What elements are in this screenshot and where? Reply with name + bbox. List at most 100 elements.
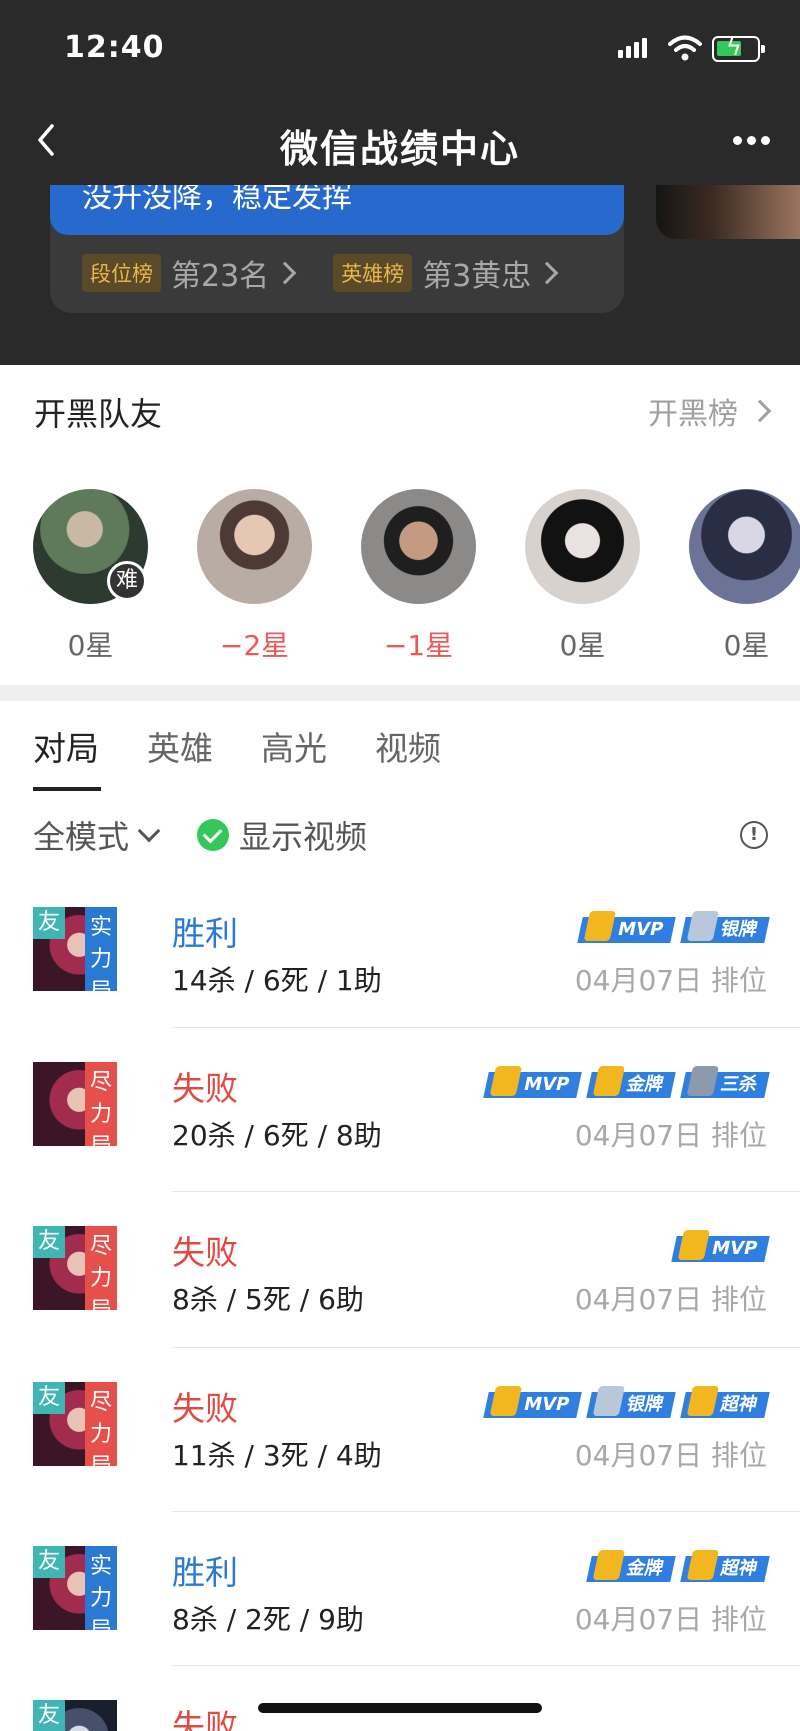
mode-char: 尽 <box>89 1070 112 1095</box>
rank-row: 段位榜 第23名 英雄榜 第3黄忠 <box>82 251 595 295</box>
teammate-item[interactable]: 0星 <box>525 489 640 664</box>
nav-bar: 微信战绩中心 <box>0 100 800 185</box>
hero-avatar[interactable]: 尽力局 <box>33 1062 117 1146</box>
badge-label: 三杀 <box>718 1074 760 1095</box>
signal-icon <box>618 38 647 58</box>
mode-char: 实 <box>89 915 112 940</box>
match-result: 胜利 <box>172 914 238 953</box>
mode-char: 力 <box>89 1422 112 1447</box>
sword-icon <box>686 1386 720 1416</box>
mode-char: 局 <box>90 1292 112 1310</box>
mode-char: 局 <box>90 1612 112 1630</box>
hero-rank-tag: 英雄榜 <box>333 254 413 292</box>
teammate-list: 难 0星 −2星 −1星 0星 0星 <box>33 489 800 664</box>
achievement-badge: MVP <box>577 911 676 943</box>
hero-avatar[interactable]: 友实力局 <box>33 1546 117 1630</box>
achievement-badge: MVP <box>483 1386 582 1418</box>
hero-avatar[interactable]: 友 <box>33 1700 117 1731</box>
teammate-tag: 友 <box>33 1226 65 1258</box>
avatar[interactable] <box>361 489 476 604</box>
teammate-item[interactable]: 0星 <box>689 489 800 664</box>
badge-label: 银牌 <box>624 1394 666 1415</box>
chevron-right-icon <box>535 261 559 285</box>
tab-heroes[interactable]: 英雄 <box>147 722 213 770</box>
badge-list: MVP 金牌 三杀 <box>483 1066 770 1098</box>
section-divider <box>0 685 800 701</box>
mode-char: 局 <box>90 973 112 991</box>
achievement-badge: 超神 <box>680 1550 770 1582</box>
achievement-badge: 超神 <box>680 1386 770 1418</box>
hero-avatar[interactable]: 友实力局 <box>33 907 117 991</box>
rank-value[interactable]: 第23名 <box>171 251 269 295</box>
battery-icon: ϟ <box>712 34 765 62</box>
achievement-badge: 三杀 <box>680 1066 770 1098</box>
match-mode-tag: 实力局 <box>85 907 117 991</box>
hero-avatar[interactable]: 友尽力局 <box>33 1382 117 1466</box>
match-kda: 20杀 / 6死 / 8助 <box>172 1119 382 1152</box>
match-kda: 8杀 / 2死 / 9助 <box>172 1603 364 1636</box>
page-title: 微信战绩中心 <box>279 127 520 171</box>
trophy-icon <box>489 1386 522 1416</box>
achievement-badge: MVP <box>483 1066 582 1098</box>
teammates-title: 开黑队友 <box>34 395 163 433</box>
achievement-badge: MVP <box>671 1230 770 1262</box>
row-divider <box>172 1511 800 1512</box>
row-divider <box>172 1191 800 1192</box>
match-result: 失败 <box>172 1069 238 1108</box>
team-rank-link-label: 开黑榜 <box>648 397 738 432</box>
tab-matches[interactable]: 对局 <box>33 722 99 770</box>
mode-char: 局 <box>90 1448 112 1466</box>
badge-label: 超神 <box>718 1558 760 1579</box>
match-date-type: 04月07日 排位 <box>574 964 767 997</box>
teammate-item[interactable]: 难 0星 <box>33 489 148 664</box>
mode-dropdown[interactable]: 全模式 <box>33 812 129 858</box>
teammate-tag: 友 <box>33 1700 65 1731</box>
trophy-icon <box>583 911 616 941</box>
more-button[interactable] <box>733 136 770 145</box>
tab-highlights[interactable]: 高光 <box>261 722 327 770</box>
medal-icon <box>686 911 720 941</box>
teammate-stars: −1星 <box>383 629 454 662</box>
teammate-tag: 友 <box>33 1382 65 1414</box>
trophy-icon <box>489 1066 522 1096</box>
tab-videos[interactable]: 视频 <box>375 722 441 770</box>
achievement-badge: 银牌 <box>586 1386 676 1418</box>
match-kda: 11杀 / 3死 / 4助 <box>172 1439 382 1472</box>
show-video-checkbox[interactable] <box>197 819 230 851</box>
medal-icon <box>686 1066 720 1096</box>
match-result: 失败 <box>172 1233 238 1272</box>
medal-icon <box>592 1550 626 1580</box>
badge-list: MVP 银牌 <box>577 911 770 943</box>
wifi-icon <box>668 35 702 61</box>
achievement-badge: 金牌 <box>586 1066 676 1098</box>
achievement-badge: 银牌 <box>680 911 770 943</box>
match-result: 胜利 <box>172 1553 238 1592</box>
rank-card: 没升没降，稳定发挥 段位榜 第23名 英雄榜 第3黄忠 <box>50 185 624 313</box>
show-video-label[interactable]: 显示视频 <box>239 812 367 858</box>
match-date-type: 04月07日 排位 <box>574 1603 767 1636</box>
match-mode-tag: 实力局 <box>85 1546 117 1630</box>
avatar[interactable] <box>197 489 312 604</box>
hero-rank-value[interactable]: 第3黄忠 <box>422 251 531 295</box>
match-date-type: 04月07日 排位 <box>574 1283 767 1316</box>
match-mode-tag: 尽力局 <box>85 1226 117 1310</box>
mode-char: 力 <box>89 947 112 972</box>
badge-label: MVP <box>709 1238 760 1259</box>
teammate-item[interactable]: −2星 <box>197 489 312 664</box>
teammate-item[interactable]: −1星 <box>361 489 476 664</box>
match-result: 失败 <box>172 1389 238 1428</box>
side-card-image[interactable] <box>656 185 800 239</box>
info-icon[interactable]: ! <box>740 821 768 849</box>
teammates-section: 开黑队友 开黑榜 难 0星 −2星 −1星 0星 0星 <box>0 365 800 685</box>
match-kda: 14杀 / 6死 / 1助 <box>172 964 382 997</box>
mode-char: 局 <box>90 1128 112 1146</box>
hero-avatar[interactable]: 友尽力局 <box>33 1226 117 1310</box>
team-rank-link[interactable]: 开黑榜 <box>648 389 772 433</box>
avatar[interactable] <box>525 489 640 604</box>
badge-list: 金牌 超神 <box>586 1550 770 1582</box>
filter-bar: 全模式 显示视频 ! <box>33 812 768 858</box>
avatar[interactable] <box>689 489 800 604</box>
rank-tag: 段位榜 <box>82 254 161 292</box>
match-mode-tag: 尽力局 <box>85 1062 117 1146</box>
medal-icon <box>592 1066 626 1096</box>
